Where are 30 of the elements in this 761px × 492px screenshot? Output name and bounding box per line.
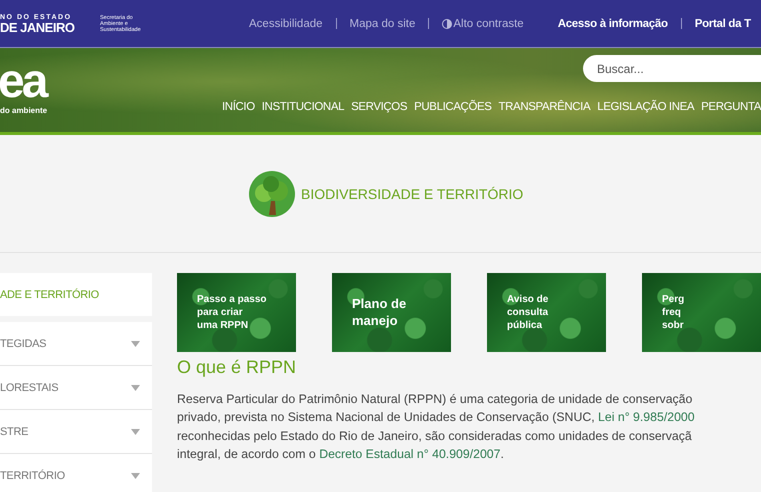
contrast-icon	[442, 18, 452, 28]
article-heading: O que é RPPN	[177, 357, 298, 378]
sidebar-item[interactable]: TERRITÓRIO	[0, 454, 152, 492]
logo-tagline: do ambiente	[0, 106, 48, 115]
foliage-card[interactable]: Passo a passo para criar uma RPPN	[177, 273, 296, 352]
sidebar-item[interactable]: TEGIDAS	[0, 322, 152, 366]
section-title: BIODIVERSIDADE E TERRITÓRIO	[301, 186, 524, 202]
nav-link[interactable]: INÍCIO	[222, 101, 255, 113]
nav-link[interactable]: LEGISLAÇÃO INEA	[597, 101, 694, 113]
sidebar-item[interactable]: STRE	[0, 410, 152, 454]
tree-icon	[249, 170, 295, 216]
law-link[interactable]: Decreto Estadual n° 40.909/2007	[319, 446, 500, 461]
article-paragraph: Reserva Particular do Patrimônio Natural (RPPN) é uma categoria de unidade de conservação privado, prevista no Sistema Nacional de Unidades de Conservação (SNUC, Lei n° 9.985/2000 reconhecidas pelo Estado do Rio de Janeiro, são consideradas como unidades de conservaçã integral, de acordo com o Decreto Estadual n° 40.909/2007.	[177, 391, 696, 463]
nav-link[interactable]: TRANSPARÊNCIA	[498, 101, 590, 113]
nav-link[interactable]: PERGUNTA	[701, 101, 761, 113]
top-link[interactable]: Acessibilidade	[249, 18, 323, 30]
top-link[interactable]: Portal da T	[694, 18, 751, 30]
foliage-card[interactable]: Perg freq sobr	[642, 273, 761, 352]
law-link[interactable]: Lei n° 9.985/2000	[598, 410, 695, 424]
nav-link[interactable]: SERVIÇOS	[351, 101, 408, 113]
foliage-card[interactable]: Plano de manejo	[332, 273, 451, 352]
top-link[interactable]: Mapa do site	[350, 18, 416, 30]
top-link[interactable]: Acesso à informação	[558, 18, 668, 30]
foliage-card[interactable]: Aviso de consulta pública	[487, 273, 606, 352]
sidebar-item[interactable]: LORESTAIS	[0, 366, 152, 410]
search-field[interactable]: Buscar...	[583, 55, 761, 82]
contrast-link[interactable]: Alto contraste	[442, 18, 524, 30]
nav-link[interactable]: PUBLICAÇÕES	[414, 101, 492, 113]
nav-link[interactable]: INSTITUCIONAL	[262, 101, 344, 113]
sidebar-item[interactable]: ADE E TERRITÓRIO	[0, 273, 152, 316]
